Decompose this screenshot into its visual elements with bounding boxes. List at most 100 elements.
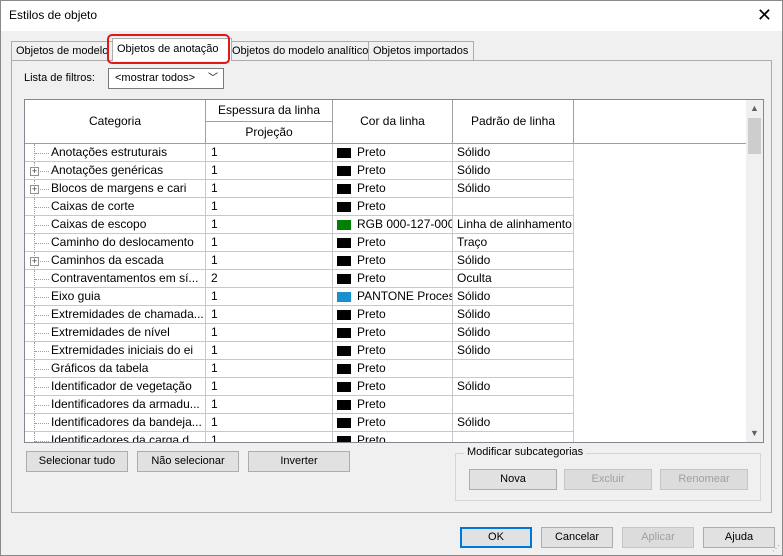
line-weight-cell[interactable]: 1 [206,396,333,414]
scroll-thumb[interactable] [748,118,761,154]
table-row[interactable]: Identificadores da bandeja... 1 Preto Sólid… [25,414,747,432]
line-weight-cell[interactable]: 1 [206,378,333,396]
tab-objetos-de-anotacao[interactable]: Objetos de anotação [112,38,232,61]
table-row[interactable]: Extremidades iniciais do ei 1 Preto Sólido [25,342,747,360]
line-pattern-cell[interactable] [453,432,574,442]
line-color-cell[interactable]: Preto [333,432,453,442]
line-weight-cell[interactable]: 1 [206,432,333,442]
scroll-down-icon[interactable]: ▼ [746,425,763,442]
line-weight-cell[interactable]: 1 [206,234,333,252]
table-row[interactable]: Gráficos da tabela 1 Preto [25,360,747,378]
table-row[interactable]: + Blocos de margens e cari 1 Preto Sólido [25,180,747,198]
rename-subcategory-button[interactable]: Renomear [660,469,748,490]
line-color-cell[interactable]: Preto [333,162,453,180]
line-color-cell[interactable]: Preto [333,396,453,414]
line-weight-cell[interactable]: 1 [206,144,333,162]
delete-subcategory-button[interactable]: Excluir [564,469,652,490]
close-icon[interactable]: ✕ [757,5,772,25]
category-cell[interactable]: Identificadores da armadu... [25,396,206,414]
line-pattern-cell[interactable]: Sólido [453,414,574,432]
table-row[interactable]: Contraventamentos em sí... 2 Preto Oculta [25,270,747,288]
expand-icon[interactable]: + [30,185,39,194]
category-cell[interactable]: Eixo guia [25,288,206,306]
line-color-cell[interactable]: Preto [333,270,453,288]
category-cell[interactable]: Extremidades de chamada... [25,306,206,324]
category-cell[interactable]: + Caminhos da escada [25,252,206,270]
category-cell[interactable]: Identificadores da carga d... [25,432,206,442]
line-pattern-cell[interactable] [453,198,574,216]
line-pattern-cell[interactable] [453,360,574,378]
expand-icon[interactable]: + [30,257,39,266]
select-all-button[interactable]: Selecionar tudo [26,451,128,472]
line-color-cell[interactable]: Preto [333,378,453,396]
new-subcategory-button[interactable]: Nova [469,469,557,490]
category-cell[interactable]: Contraventamentos em sí... [25,270,206,288]
category-cell[interactable]: Anotações estruturais [25,144,206,162]
table-row[interactable]: Extremidades de chamada... 1 Preto Sólido [25,306,747,324]
line-weight-cell[interactable]: 2 [206,270,333,288]
table-row[interactable]: + Anotações genéricas 1 Preto Sólido [25,162,747,180]
line-pattern-cell[interactable]: Sólido [453,180,574,198]
line-weight-cell[interactable]: 1 [206,324,333,342]
category-cell[interactable]: + Blocos de margens e cari [25,180,206,198]
line-weight-cell[interactable]: 1 [206,162,333,180]
line-color-cell[interactable]: Preto [333,144,453,162]
table-row[interactable]: Anotações estruturais 1 Preto Sólido [25,144,747,162]
line-pattern-cell[interactable]: Sólido [453,324,574,342]
table-row[interactable]: Extremidades de nível 1 Preto Sólido [25,324,747,342]
table-row[interactable]: Identificador de vegetação 1 Preto Sólido [25,378,747,396]
category-cell[interactable]: Gráficos da tabela [25,360,206,378]
line-weight-cell[interactable]: 1 [206,288,333,306]
line-pattern-cell[interactable]: Sólido [453,288,574,306]
scroll-up-icon[interactable]: ▲ [746,100,763,117]
category-cell[interactable]: Caixas de corte [25,198,206,216]
line-pattern-cell[interactable]: Traço [453,234,574,252]
line-color-cell[interactable]: Preto [333,414,453,432]
header-categoria[interactable]: Categoria [25,100,206,144]
category-cell[interactable]: Identificador de vegetação [25,378,206,396]
line-weight-cell[interactable]: 1 [206,360,333,378]
line-pattern-cell[interactable]: Sólido [453,162,574,180]
line-color-cell[interactable]: Preto [333,198,453,216]
line-color-cell[interactable]: Preto [333,306,453,324]
table-row[interactable]: Identificadores da armadu... 1 Preto [25,396,747,414]
category-cell[interactable]: Extremidades iniciais do ei [25,342,206,360]
category-cell[interactable]: Extremidades de nível [25,324,206,342]
table-row[interactable]: Caminho do deslocamento 1 Preto Traço [25,234,747,252]
line-weight-cell[interactable]: 1 [206,252,333,270]
line-color-cell[interactable]: RGB 000-127-000 [333,216,453,234]
invert-button[interactable]: Inverter [248,451,350,472]
line-pattern-cell[interactable]: Sólido [453,144,574,162]
apply-button[interactable]: Aplicar [622,527,694,548]
line-weight-cell[interactable]: 1 [206,216,333,234]
table-row[interactable]: Eixo guia 1 PANTONE Process Sólido [25,288,747,306]
header-padrao[interactable]: Padrão de linha [453,100,574,144]
tab-objetos-importados[interactable]: Objetos importados [368,41,474,60]
header-cor[interactable]: Cor da linha [333,100,453,144]
line-color-cell[interactable]: Preto [333,342,453,360]
ok-button[interactable]: OK [460,527,532,548]
line-color-cell[interactable]: Preto [333,252,453,270]
category-cell[interactable]: Identificadores da bandeja... [25,414,206,432]
line-pattern-cell[interactable]: Sólido [453,378,574,396]
line-pattern-cell[interactable]: Sólido [453,342,574,360]
cancel-button[interactable]: Cancelar [541,527,613,548]
line-color-cell[interactable]: Preto [333,324,453,342]
category-cell[interactable]: Caixas de escopo [25,216,206,234]
line-weight-cell[interactable]: 1 [206,198,333,216]
line-weight-cell[interactable]: 1 [206,306,333,324]
header-projecao[interactable]: Projeção [206,122,333,144]
table-row[interactable]: Caixas de escopo 1 RGB 000-127-000 Linha de… [25,216,747,234]
line-weight-cell[interactable]: 1 [206,180,333,198]
line-pattern-cell[interactable]: Sólido [453,252,574,270]
vertical-scrollbar[interactable]: ▲ ▼ [746,100,763,442]
tab-objetos-de-modelo[interactable]: Objetos de modelo [11,41,117,60]
table-row[interactable]: Caixas de corte 1 Preto [25,198,747,216]
line-pattern-cell[interactable]: Linha de alinhamento [453,216,574,234]
line-color-cell[interactable]: Preto [333,360,453,378]
help-button[interactable]: Ajuda [703,527,775,548]
line-color-cell[interactable]: Preto [333,234,453,252]
line-color-cell[interactable]: Preto [333,180,453,198]
category-cell[interactable]: + Anotações genéricas [25,162,206,180]
table-row[interactable]: + Caminhos da escada 1 Preto Sólido [25,252,747,270]
